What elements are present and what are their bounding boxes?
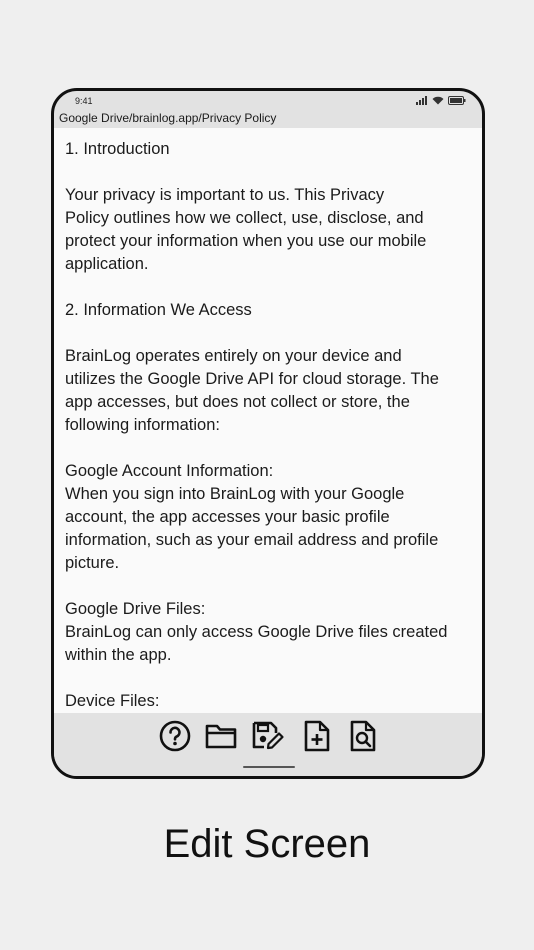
save-edit-icon	[251, 720, 285, 757]
status-bar: 9:41	[54, 91, 482, 107]
find-in-file-button[interactable]	[346, 720, 380, 757]
file-path: Google Drive/brainlog.app/Privacy Policy	[59, 111, 277, 125]
status-icons	[416, 96, 466, 105]
screen-caption: Edit Screen	[163, 822, 371, 866]
open-folder-button[interactable]	[204, 721, 238, 755]
phone-frame: 9:41 Google Drive/brainlog.app/Privacy P…	[51, 88, 485, 779]
wifi-icon	[432, 96, 444, 105]
status-time: 9:41	[75, 96, 93, 106]
signal-icon	[416, 96, 428, 105]
new-file-button[interactable]	[300, 720, 334, 757]
file-search-icon	[349, 720, 377, 757]
help-button[interactable]	[158, 720, 192, 757]
save-button[interactable]	[251, 721, 285, 755]
path-bar: Google Drive/brainlog.app/Privacy Policy	[54, 108, 482, 128]
home-indicator	[243, 766, 295, 768]
help-icon	[159, 720, 191, 757]
document-editor[interactable]: 1. Introduction Your privacy is importan…	[54, 128, 482, 713]
new-file-icon	[303, 720, 331, 757]
document-text[interactable]: 1. Introduction Your privacy is importan…	[65, 138, 475, 713]
folder-icon	[205, 722, 237, 755]
bottom-toolbar	[54, 713, 482, 776]
battery-icon	[448, 96, 466, 105]
